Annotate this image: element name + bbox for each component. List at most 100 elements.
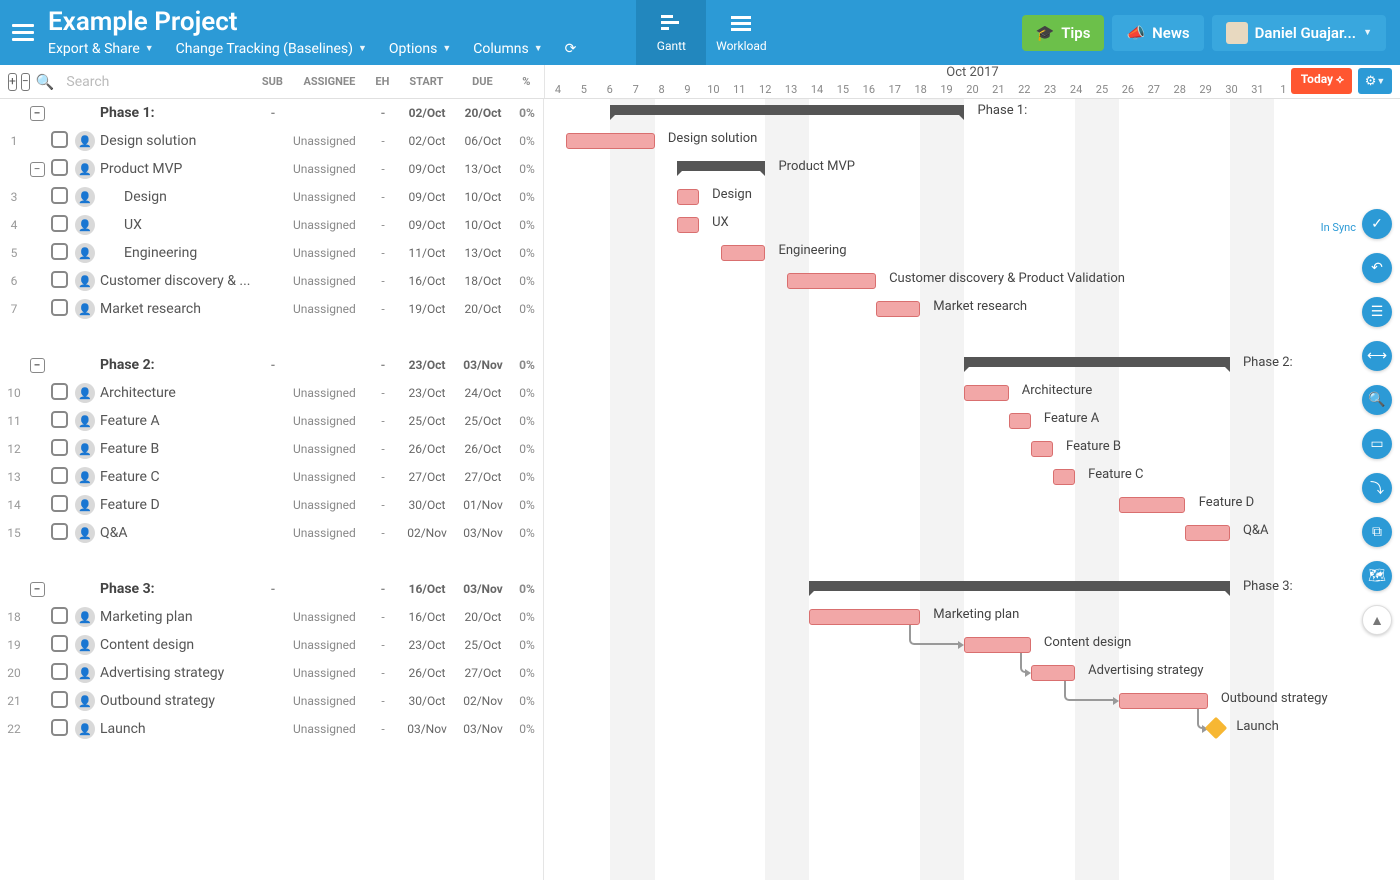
assignee-icon[interactable]: 👤 bbox=[75, 159, 95, 179]
task-checkbox[interactable] bbox=[51, 243, 68, 260]
assignee-icon[interactable]: 👤 bbox=[75, 635, 95, 655]
task-row[interactable]: 14 👤Feature D Unassigned - 30/Oct 01/Nov… bbox=[0, 491, 543, 519]
gantt-row[interactable]: Design bbox=[544, 183, 1400, 211]
phase-bar[interactable] bbox=[964, 357, 1229, 367]
col-pct[interactable]: % bbox=[510, 75, 542, 88]
task-name[interactable]: UX bbox=[98, 217, 253, 233]
add-button[interactable]: + bbox=[8, 73, 17, 91]
gantt-row[interactable]: UX bbox=[544, 211, 1400, 239]
task-name[interactable]: Product MVP bbox=[98, 161, 253, 177]
menu-icon[interactable] bbox=[8, 18, 38, 48]
task-name[interactable]: Launch bbox=[98, 721, 253, 737]
phase-bar[interactable] bbox=[677, 161, 765, 171]
task-checkbox[interactable] bbox=[51, 467, 68, 484]
route-icon[interactable]: ⤵ bbox=[1362, 473, 1392, 503]
cell-assignee[interactable]: Unassigned bbox=[293, 610, 367, 624]
assignee-icon[interactable]: 👤 bbox=[75, 523, 95, 543]
col-due[interactable]: DUE bbox=[454, 75, 510, 88]
gantt-row[interactable]: Phase 1: bbox=[544, 99, 1400, 127]
task-row[interactable]: 20 👤Advertising strategy Unassigned - 26… bbox=[0, 659, 543, 687]
task-checkbox[interactable] bbox=[51, 719, 68, 736]
gantt-row[interactable]: Feature C bbox=[544, 463, 1400, 491]
task-row[interactable]: − 👤Product MVP Unassigned - 09/Oct 13/Oc… bbox=[0, 155, 543, 183]
gantt-row[interactable]: Feature B bbox=[544, 435, 1400, 463]
assignee-icon[interactable]: 👤 bbox=[75, 243, 95, 263]
cell-assignee[interactable]: Unassigned bbox=[293, 638, 367, 652]
task-bar[interactable] bbox=[787, 273, 875, 289]
task-bar[interactable] bbox=[964, 385, 1008, 401]
cell-assignee[interactable]: Unassigned bbox=[293, 442, 367, 456]
menu-options[interactable]: Options▼ bbox=[389, 41, 451, 57]
task-row[interactable]: 19 👤Content design Unassigned - 23/Oct 2… bbox=[0, 631, 543, 659]
task-checkbox[interactable] bbox=[51, 271, 68, 288]
assignee-icon[interactable]: 👤 bbox=[75, 663, 95, 683]
task-row[interactable]: 13 👤Feature C Unassigned - 27/Oct 27/Oct… bbox=[0, 463, 543, 491]
cell-assignee[interactable]: Unassigned bbox=[293, 302, 367, 316]
task-row[interactable]: 6 👤Customer discovery & ... Unassigned -… bbox=[0, 267, 543, 295]
task-row[interactable]: 18 👤Marketing plan Unassigned - 16/Oct 2… bbox=[0, 603, 543, 631]
task-bar[interactable] bbox=[1053, 469, 1075, 485]
gantt-row[interactable]: Design solution bbox=[544, 127, 1400, 155]
task-name[interactable]: Feature C bbox=[98, 469, 253, 485]
task-checkbox[interactable] bbox=[51, 439, 68, 456]
cell-assignee[interactable]: Unassigned bbox=[293, 190, 367, 204]
assignee-icon[interactable]: 👤 bbox=[75, 411, 95, 431]
task-row[interactable]: 7 👤Market research Unassigned - 19/Oct 2… bbox=[0, 295, 543, 323]
milestone[interactable] bbox=[1204, 717, 1227, 740]
menu-changetracking[interactable]: Change Tracking (Baselines)▼ bbox=[176, 41, 367, 57]
task-bar[interactable] bbox=[876, 301, 920, 317]
refresh-icon[interactable]: ⟳ bbox=[565, 41, 577, 57]
assignee-icon[interactable]: 👤 bbox=[75, 299, 95, 319]
task-bar[interactable] bbox=[677, 189, 699, 205]
map-icon[interactable]: 🗺 bbox=[1362, 561, 1392, 591]
collapse-button[interactable]: − bbox=[21, 73, 30, 91]
task-name[interactable]: Content design bbox=[98, 637, 253, 653]
tips-button[interactable]: 🎓Tips bbox=[1022, 15, 1105, 51]
gantt-row[interactable]: Phase 2: bbox=[544, 351, 1400, 379]
gantt-row[interactable]: Marketing plan bbox=[544, 603, 1400, 631]
task-name[interactable]: Architecture bbox=[98, 385, 253, 401]
task-name[interactable]: Engineering bbox=[98, 245, 253, 261]
assignee-icon[interactable]: 👤 bbox=[75, 691, 95, 711]
task-bar[interactable] bbox=[809, 609, 920, 625]
task-checkbox[interactable] bbox=[51, 131, 68, 148]
phase-bar[interactable] bbox=[809, 581, 1229, 591]
task-name[interactable]: Advertising strategy bbox=[98, 665, 253, 681]
col-eh[interactable]: EH bbox=[366, 75, 398, 88]
screen-icon[interactable]: ▭ bbox=[1362, 429, 1392, 459]
task-row[interactable]: 11 👤Feature A Unassigned - 25/Oct 25/Oct… bbox=[0, 407, 543, 435]
cell-assignee[interactable]: Unassigned bbox=[293, 722, 367, 736]
task-bar[interactable] bbox=[1009, 413, 1031, 429]
cell-assignee[interactable]: Unassigned bbox=[293, 134, 367, 148]
task-name[interactable]: Marketing plan bbox=[98, 609, 253, 625]
cell-assignee[interactable]: Unassigned bbox=[293, 386, 367, 400]
gantt-row[interactable]: Outbound strategy bbox=[544, 687, 1400, 715]
ruler-icon[interactable]: ⟷ bbox=[1362, 341, 1392, 371]
gantt-row[interactable]: Phase 3: bbox=[544, 575, 1400, 603]
gantt-row[interactable]: Product MVP bbox=[544, 155, 1400, 183]
gantt-row[interactable]: Launch bbox=[544, 715, 1400, 743]
cell-assignee[interactable]: Unassigned bbox=[293, 694, 367, 708]
cell-assignee[interactable]: Unassigned bbox=[293, 218, 367, 232]
assignee-icon[interactable]: 👤 bbox=[75, 131, 95, 151]
assignee-icon[interactable]: 👤 bbox=[75, 607, 95, 627]
user-menu[interactable]: Daniel Guajar...▼ bbox=[1212, 15, 1386, 51]
task-checkbox[interactable] bbox=[51, 215, 68, 232]
task-row[interactable]: 4 👤UX Unassigned - 09/Oct 10/Oct 0% bbox=[0, 211, 543, 239]
assignee-icon[interactable]: 👤 bbox=[75, 187, 95, 207]
collapse-icon[interactable]: − bbox=[30, 582, 45, 597]
task-row[interactable]: 10 👤Architecture Unassigned - 23/Oct 24/… bbox=[0, 379, 543, 407]
task-name[interactable]: Design bbox=[98, 189, 253, 205]
cell-assignee[interactable]: Unassigned bbox=[293, 414, 367, 428]
cell-assignee[interactable]: Unassigned bbox=[293, 162, 367, 176]
task-checkbox[interactable] bbox=[51, 159, 68, 176]
task-checkbox[interactable] bbox=[51, 523, 68, 540]
menu-export[interactable]: Export & Share▼ bbox=[48, 41, 154, 57]
task-row[interactable]: 12 👤Feature B Unassigned - 26/Oct 26/Oct… bbox=[0, 435, 543, 463]
task-row[interactable]: 5 👤Engineering Unassigned - 11/Oct 13/Oc… bbox=[0, 239, 543, 267]
news-button[interactable]: 📣News bbox=[1112, 15, 1203, 51]
assignee-icon[interactable]: 👤 bbox=[75, 271, 95, 291]
collapse-icon[interactable]: − bbox=[30, 162, 45, 177]
task-row[interactable]: 3 👤Design Unassigned - 09/Oct 10/Oct 0% bbox=[0, 183, 543, 211]
task-checkbox[interactable] bbox=[51, 411, 68, 428]
